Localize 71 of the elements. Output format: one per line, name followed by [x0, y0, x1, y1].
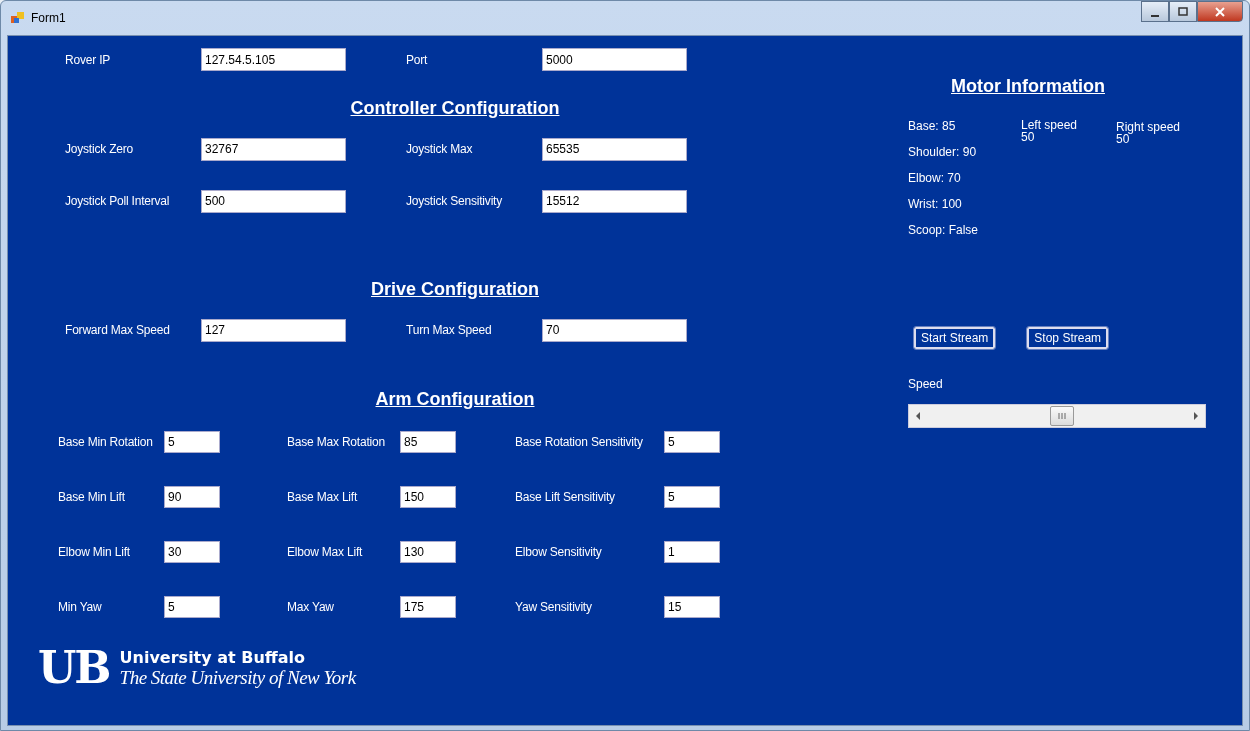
scrollbar-thumb[interactable] [1050, 406, 1075, 426]
field-label: Joystick Sensitivity [406, 194, 504, 208]
input-field[interactable]: 127.54.5.105 [201, 48, 346, 71]
field-label: Base Max Lift [287, 490, 358, 504]
field-label: Turn Max Speed [406, 323, 493, 337]
speed-label: Left speed [1021, 119, 1079, 131]
window-title: Form1 [31, 11, 66, 25]
field-label: Joystick Poll Interval [65, 194, 171, 208]
field-label: Joystick Zero [65, 142, 135, 156]
field-label: Elbow Min Lift [58, 545, 130, 559]
input-field[interactable]: 65535 [542, 137, 687, 161]
motor-reading: Base: 85 [908, 119, 957, 134]
field-label: Elbow Sensitivity [515, 545, 602, 559]
field-label: Base Max Rotation [287, 435, 385, 449]
input-field[interactable]: 500 [201, 189, 346, 213]
input-field[interactable]: 5 [664, 486, 720, 508]
field-label: Yaw Sensitivity [515, 600, 592, 614]
field-label: Rover IP [65, 52, 112, 67]
stream-button[interactable]: Stop Stream [1027, 327, 1109, 349]
field-label: Base Min Lift [58, 490, 125, 504]
field-label: Min Yaw [58, 600, 102, 614]
left-arrow-icon[interactable] [915, 412, 921, 420]
input-field[interactable]: 32767 [201, 137, 346, 161]
input-field[interactable]: 70 [542, 318, 687, 342]
field-label: Base Rotation Sensitivity [515, 435, 643, 449]
section-heading: Motor Information [951, 76, 1105, 96]
input-field[interactable]: 90 [164, 486, 220, 508]
motor-reading: Scoop: False [908, 223, 980, 238]
maximize-button[interactable] [1169, 1, 1197, 22]
input-field[interactable]: 30 [164, 541, 220, 563]
close-icon [1214, 6, 1226, 17]
input-field[interactable]: 85 [400, 431, 456, 453]
input-field[interactable]: 150 [400, 486, 456, 508]
speed-scrollbar[interactable] [908, 404, 1206, 428]
section-heading: Controller Configuration [350, 98, 560, 118]
motor-reading: Shoulder: 90 [908, 145, 978, 160]
input-field[interactable]: 5000 [542, 48, 687, 71]
stream-button[interactable]: Start Stream [914, 327, 996, 349]
field-label: Base Lift Sensitivity [515, 490, 615, 504]
field-label: Max Yaw [287, 600, 334, 614]
speed-label: Right speed [1116, 121, 1181, 133]
input-field[interactable]: 1 [664, 541, 720, 563]
field-label: Base Min Rotation [58, 435, 153, 449]
minimize-icon [1151, 14, 1159, 17]
input-field[interactable]: 127 [201, 318, 346, 342]
minimize-button[interactable] [1141, 1, 1169, 22]
close-button[interactable] [1197, 1, 1243, 22]
input-field[interactable]: 15512 [542, 189, 687, 213]
input-field[interactable]: 5 [164, 431, 220, 453]
field-label: Forward Max Speed [65, 323, 171, 337]
maximize-icon [1178, 6, 1188, 17]
field-label: Elbow Max Lift [287, 545, 363, 559]
logo-subtitle: The State University of New York [119, 666, 356, 689]
logo-name: University at Buffalo [119, 647, 307, 667]
app-icon [11, 11, 25, 25]
speed-value: 50 [1021, 131, 1036, 143]
speed-label: Speed [908, 377, 944, 392]
motor-reading: Wrist: 100 [908, 197, 963, 212]
field-label: Joystick Max [406, 142, 474, 156]
input-field[interactable]: 5 [664, 431, 720, 453]
logo-mark: UB [38, 646, 111, 690]
input-field[interactable]: 15 [664, 596, 720, 618]
section-heading: Arm Configuration [375, 389, 535, 409]
right-arrow-icon[interactable] [1193, 412, 1199, 420]
speed-value: 50 [1116, 133, 1130, 145]
input-field[interactable]: 130 [400, 541, 456, 563]
input-field[interactable]: 175 [400, 596, 456, 618]
input-field[interactable]: 5 [164, 596, 220, 618]
motor-reading: Elbow: 70 [908, 171, 962, 186]
field-label: Port [406, 52, 429, 67]
section-heading: Drive Configuration [371, 279, 539, 299]
